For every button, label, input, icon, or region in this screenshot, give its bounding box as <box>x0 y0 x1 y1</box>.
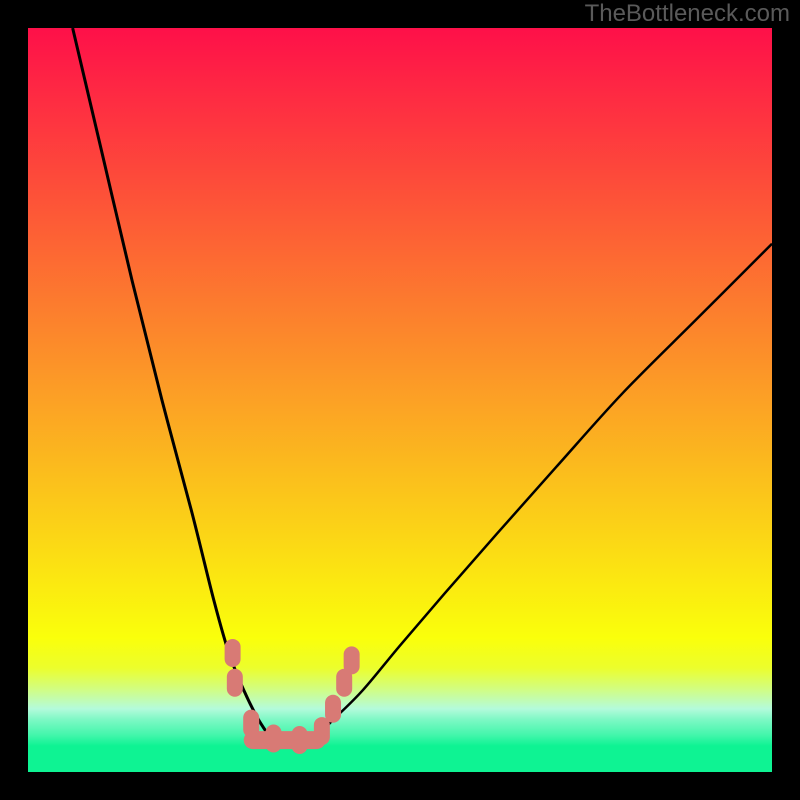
plot-area <box>28 28 772 772</box>
marker-point <box>225 639 241 667</box>
marker-cluster <box>225 639 360 754</box>
watermark-text: TheBottleneck.com <box>585 0 790 28</box>
marker-trough-bar <box>244 731 326 749</box>
left-branch-curve <box>73 28 274 742</box>
outer-frame: TheBottleneck.com <box>0 0 800 800</box>
right-branch-curve <box>311 244 772 742</box>
marker-point <box>344 646 360 674</box>
marker-point <box>227 669 243 697</box>
chart-svg <box>28 28 772 772</box>
marker-point <box>325 695 341 723</box>
